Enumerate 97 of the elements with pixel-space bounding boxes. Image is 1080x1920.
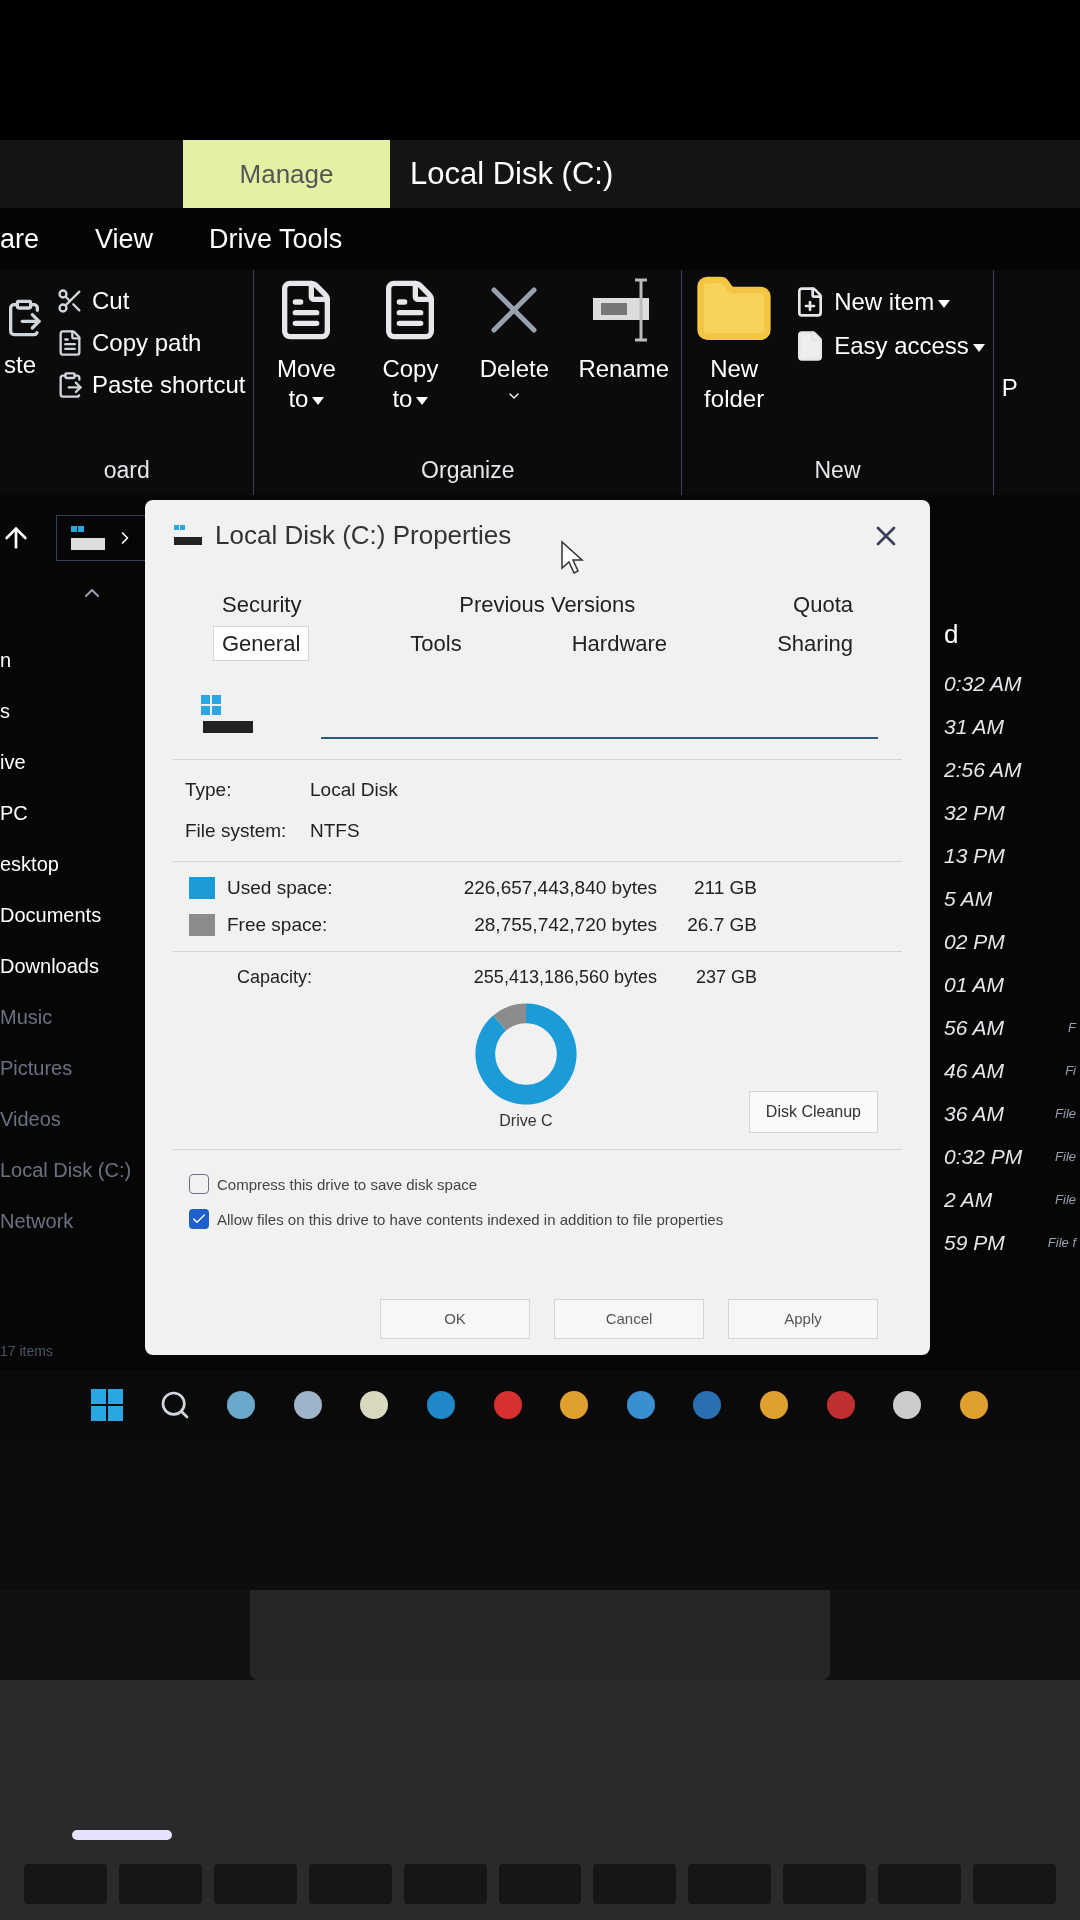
drive-label: Drive C	[499, 1111, 553, 1131]
app-icon[interactable]	[624, 1389, 657, 1421]
date-cell: 02 PM	[944, 929, 1005, 955]
capacity-size: 237 GB	[694, 966, 757, 989]
cut-button[interactable]: Cut	[56, 286, 246, 316]
type-cell-text: File	[1055, 1105, 1076, 1124]
type-cell-text: F	[1068, 1019, 1076, 1038]
app-icon[interactable]	[558, 1389, 591, 1421]
sidebar-item[interactable]: Pictures	[0, 1053, 150, 1083]
option-label: Compress this drive to save disk space	[217, 1175, 479, 1195]
dialog-tab[interactable]: Tools	[401, 626, 471, 661]
app-icon[interactable]	[758, 1389, 791, 1421]
ribbon-tab[interactable]: Drive Tools	[209, 218, 343, 260]
space-size: 211 GB	[692, 876, 757, 900]
date-cell: 0:32 PM	[944, 1144, 1023, 1170]
sidebar-item[interactable]: Music	[0, 1002, 150, 1032]
paste-button[interactable]: ste	[4, 270, 44, 380]
type-cell-text: File	[1055, 1148, 1076, 1167]
dialog-button[interactable]: Apply	[728, 1298, 878, 1339]
app-icon[interactable]	[291, 1389, 324, 1421]
group-label: Organize	[421, 455, 515, 485]
info-value: NTFS	[310, 818, 360, 843]
space-size: 26.7 GB	[686, 912, 757, 937]
drive-icon	[69, 524, 107, 552]
group-label: P	[1000, 373, 1018, 403]
dialog-title: Local Disk (C:) Properties	[215, 519, 512, 552]
space-bytes: 28,755,742,720 bytes	[473, 912, 657, 937]
drive-icon	[173, 523, 203, 548]
sidebar-item[interactable]: esktop	[0, 849, 150, 879]
sidebar-item[interactable]: Videos	[0, 1104, 150, 1134]
info-label: File system:	[185, 818, 288, 843]
capacity-bytes: 255,413,186,560 bytes	[472, 966, 657, 989]
date-cell: 56 AM	[944, 1015, 1004, 1041]
group-label: oard	[103, 455, 150, 485]
paste-shortcut-button[interactable]: Paste shortcut	[56, 370, 246, 400]
dialog-tab[interactable]: Security	[213, 587, 311, 622]
date-cell: 2:56 AM	[944, 757, 1022, 783]
date-cell: 5 AM	[944, 886, 993, 912]
type-cell-text: File	[1055, 1191, 1076, 1210]
app-icon[interactable]	[225, 1389, 258, 1421]
windows-logo-icon[interactable]	[90, 1388, 124, 1422]
date-cell: 2 AM	[944, 1187, 993, 1213]
type-cell-text: Fi	[1065, 1062, 1076, 1081]
capacity-label: Capacity:	[236, 966, 314, 989]
app-icon[interactable]	[358, 1389, 391, 1421]
dialog-tab[interactable]: Quota	[784, 587, 862, 622]
dialog-tab[interactable]: Sharing	[768, 626, 862, 661]
dialog-button[interactable]: OK	[380, 1298, 530, 1339]
sidebar-item[interactable]: n	[0, 645, 150, 675]
mouse-pointer-icon	[560, 540, 586, 576]
space-label: Free space:	[227, 912, 329, 937]
sidebar-item[interactable]: Local Disk (C:)	[0, 1155, 150, 1185]
status-text: 17 items	[0, 1342, 54, 1361]
sidebar-item[interactable]: Network	[0, 1206, 150, 1236]
option-label: Allow files on this drive to have contents indexed in addition to file properties	[217, 1209, 725, 1230]
date-cell: 13 PM	[944, 843, 1005, 869]
date-cell: 31 AM	[944, 714, 1004, 740]
rename-button[interactable]: Rename	[570, 270, 678, 384]
sidebar-item[interactable]: s	[0, 696, 150, 726]
new-folder-button[interactable]: New folder	[686, 270, 783, 414]
app-icon[interactable]	[891, 1389, 924, 1421]
sidebar-item[interactable]: Documents	[0, 900, 150, 930]
space-label: Used space:	[227, 876, 334, 900]
column-header: d	[944, 618, 960, 651]
dialog-tab[interactable]: Hardware	[562, 626, 677, 661]
copy-to-button[interactable]: Copy to	[362, 270, 459, 414]
move-to-button[interactable]: Move to	[258, 270, 355, 414]
app-icon[interactable]	[957, 1389, 990, 1421]
sidebar-item[interactable]: ive	[0, 747, 150, 777]
copy-path-button[interactable]: Copy path	[56, 328, 246, 358]
manage-tab[interactable]: Manage	[183, 140, 390, 208]
date-cell: 0:32 AM	[944, 671, 1022, 697]
date-cell: 46 AM	[944, 1058, 1004, 1084]
info-label: Type:	[185, 778, 233, 802]
dialog-button[interactable]: Cancel	[554, 1298, 704, 1339]
window-title: Local Disk (C:)	[410, 154, 614, 193]
new-item-button[interactable]: New item	[794, 286, 985, 318]
date-cell: 59 PM	[944, 1230, 1005, 1256]
space-bytes: 226,657,443,840 bytes	[462, 876, 657, 900]
ribbon-tab[interactable]: are	[0, 218, 40, 260]
type-cell-text: File f	[1047, 1234, 1076, 1253]
sidebar-item[interactable]: Downloads	[0, 951, 150, 981]
easy-access-button[interactable]: Easy access	[794, 330, 985, 362]
sidebar-item[interactable]: PC	[0, 798, 150, 828]
date-cell: 01 AM	[944, 972, 1004, 998]
ribbon-tab[interactable]: View	[95, 218, 154, 260]
delete-button[interactable]: Delete	[466, 270, 563, 404]
group-label: New	[814, 455, 861, 485]
address-bar[interactable]	[56, 515, 148, 561]
dialog-tab[interactable]: General	[213, 626, 310, 661]
info-value: Local Disk	[310, 778, 398, 802]
date-cell: 36 AM	[944, 1101, 1004, 1127]
checkbox[interactable]	[189, 1174, 209, 1194]
dialog-tab[interactable]: Previous Versions	[450, 587, 645, 622]
date-cell: 32 PM	[944, 800, 1005, 826]
disk-cleanup-button[interactable]: Disk Cleanup	[748, 1091, 878, 1133]
checkbox[interactable]	[189, 1208, 209, 1229]
